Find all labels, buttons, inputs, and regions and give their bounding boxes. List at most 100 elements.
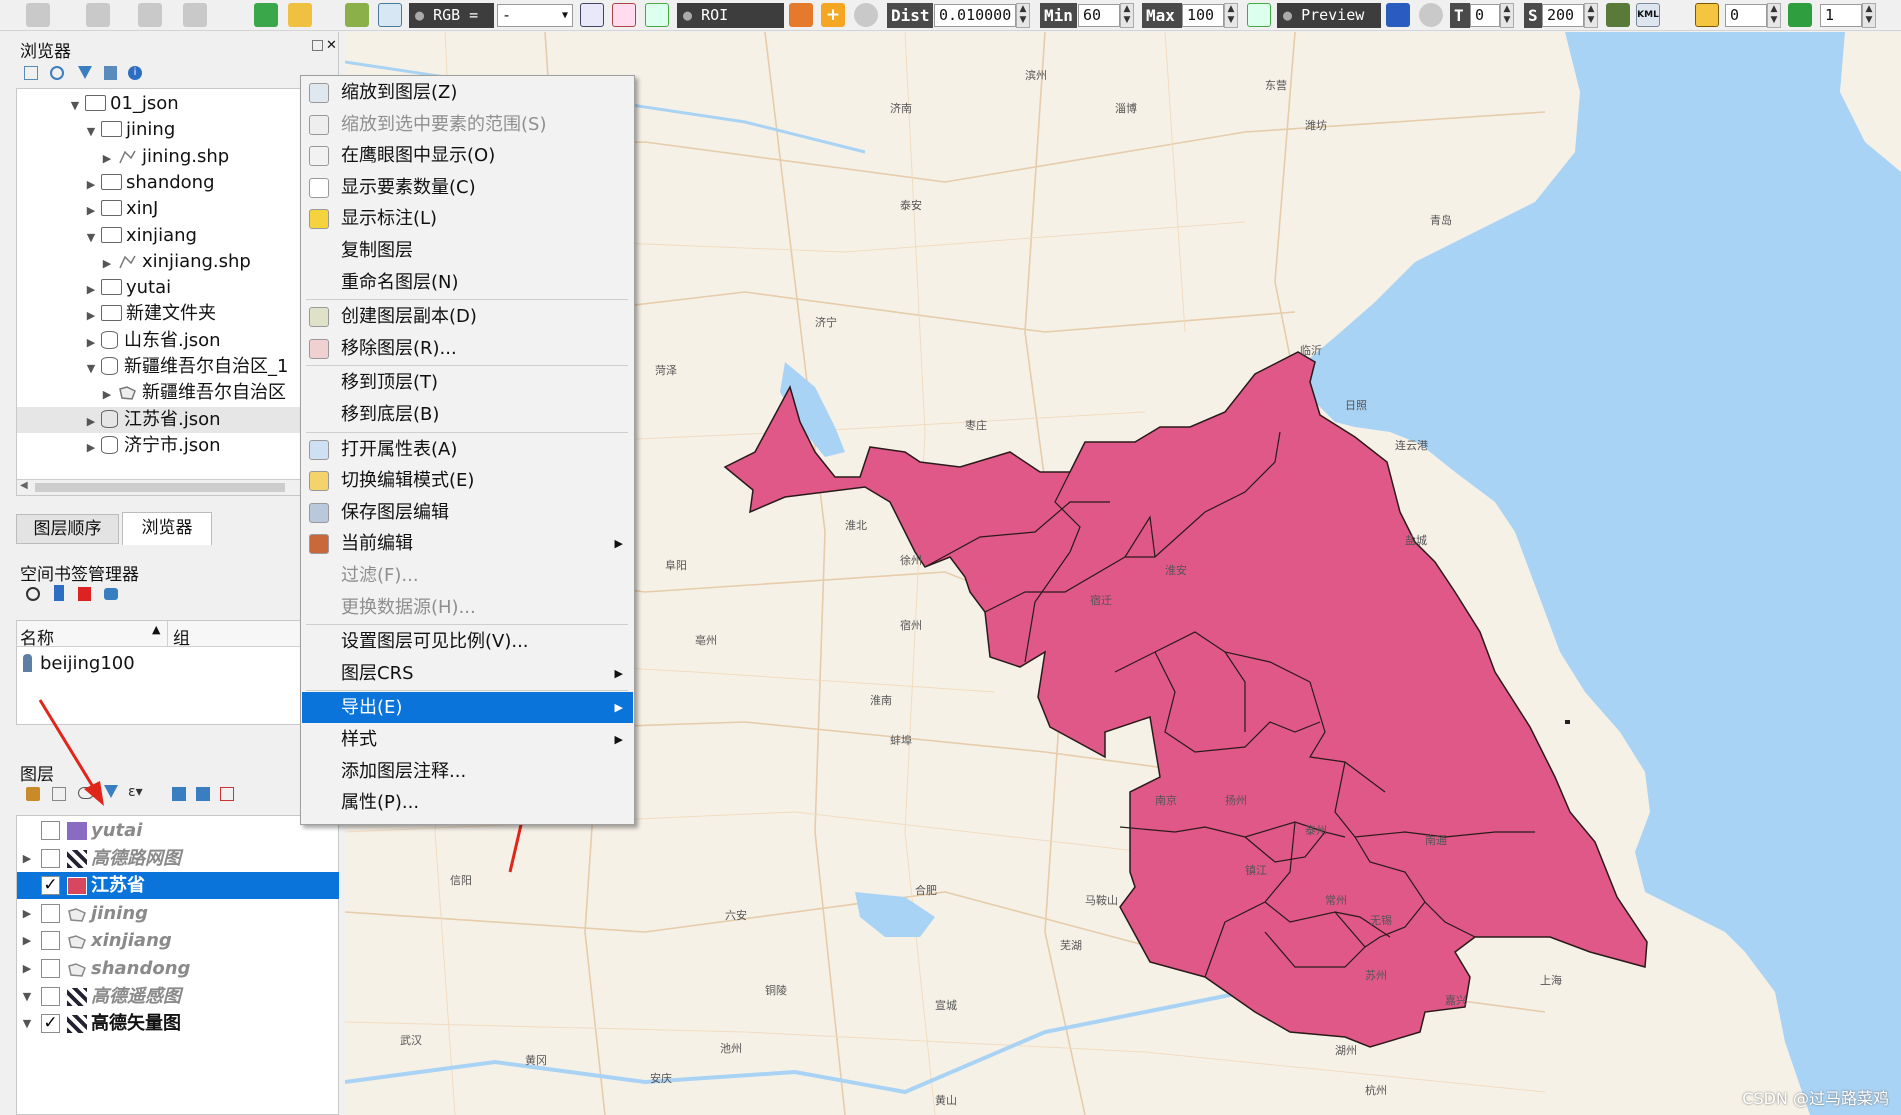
context-menu-item[interactable]: 属性(P)... — [302, 787, 633, 818]
play-icon[interactable] — [1788, 3, 1812, 27]
rgb-select[interactable]: - ▼ — [497, 4, 573, 27]
layer-row[interactable]: yutai — [17, 817, 339, 844]
collapse-arrow-icon[interactable]: ▶ — [21, 927, 33, 954]
dist-spinner[interactable]: ▲ ▼ — [1016, 3, 1030, 28]
layer-visibility-checkbox[interactable] — [41, 848, 60, 868]
filter-icon[interactable] — [78, 66, 92, 79]
add-roi-icon[interactable]: + — [821, 3, 845, 27]
context-menu-item[interactable]: 当前编辑 ▶ — [302, 528, 633, 559]
layer-row[interactable]: ▶ jining — [17, 900, 339, 927]
add-group-icon[interactable] — [52, 787, 66, 801]
dist-field[interactable]: 0.010000 — [934, 4, 1016, 27]
t-spinner[interactable]: ▲ ▼ — [1500, 3, 1514, 28]
zoom-pick-icon[interactable] — [378, 3, 402, 27]
collapse-arrow-icon[interactable]: ▶ — [21, 955, 33, 982]
context-menu-item[interactable]: 移除图层(R)... — [302, 333, 633, 364]
kml-icon[interactable]: KML — [1636, 3, 1660, 27]
browser-item[interactable]: ▶ 新建文件夹 — [85, 301, 216, 327]
refresh-roi-icon[interactable] — [854, 3, 878, 27]
layer-visibility-checkbox[interactable] — [41, 903, 60, 923]
layer-row[interactable]: ▼ ✓ 高德矢量图 — [17, 1010, 339, 1037]
collapse-arrow-icon[interactable]: ▶ — [85, 330, 97, 356]
add-layer-icon[interactable] — [138, 3, 162, 27]
layer-row[interactable]: ▶ xinjiang — [17, 927, 339, 954]
expand-arrow-icon[interactable]: ▼ — [85, 119, 97, 145]
add-bookmark-icon[interactable] — [54, 585, 64, 601]
layer-row[interactable]: ✓ 江苏省 — [17, 872, 339, 900]
add-selected-icon[interactable] — [24, 66, 38, 80]
max-spinner[interactable]: ▲ ▼ — [1224, 3, 1238, 28]
context-menu-item[interactable]: 重命名图层(N) — [302, 267, 633, 298]
context-menu-item[interactable]: 显示要素数量(C) — [302, 172, 633, 203]
right-field-1[interactable]: 0 — [1725, 4, 1767, 27]
min-spinner[interactable]: ▲ ▼ — [1120, 3, 1134, 28]
collapse-arrow-icon[interactable]: ▶ — [85, 198, 97, 224]
table-icon[interactable] — [1695, 3, 1719, 27]
profile-icon[interactable] — [580, 3, 604, 27]
search-plugin-icon[interactable] — [254, 3, 278, 27]
add-wms-icon[interactable] — [183, 3, 207, 27]
bookmark-row[interactable]: beijing100 — [23, 651, 135, 677]
context-menu-item[interactable]: 保存图层编辑 — [302, 497, 633, 528]
collapse-arrow-icon[interactable]: ▶ — [21, 900, 33, 927]
layer-visibility-checkbox[interactable] — [41, 931, 60, 951]
browser-item[interactable]: ▶ 济宁市.json — [85, 433, 221, 459]
zoom-full-icon[interactable] — [1247, 3, 1271, 27]
layer-visibility-checkbox[interactable]: ✓ — [41, 1014, 60, 1034]
browser-item[interactable]: ▶ jining.shp — [101, 144, 229, 170]
zoom-in-icon[interactable] — [645, 3, 669, 27]
float-panel-icon[interactable] — [312, 40, 323, 51]
collapse-arrow-icon[interactable]: ▶ — [85, 409, 97, 435]
browser-item[interactable]: ▶ 新疆维吾尔自治区 — [101, 380, 286, 406]
delete-bookmark-icon[interactable] — [78, 587, 91, 601]
collapse-arrow-icon[interactable]: ▶ — [85, 435, 97, 461]
expression-filter-icon[interactable]: ε▾ — [128, 784, 143, 800]
t-field[interactable]: 0 — [1470, 4, 1500, 27]
expand-arrow-icon[interactable]: ▼ — [21, 1010, 33, 1037]
visibility-eye-icon[interactable] — [78, 787, 94, 799]
layer-row[interactable]: ▼ 高德遥感图 — [17, 983, 339, 1010]
browser-item[interactable]: ▶ xinJ — [85, 196, 159, 224]
collapse-arrow-icon[interactable]: ▶ — [85, 303, 97, 329]
remove-layer-tool-icon[interactable] — [220, 787, 234, 801]
browser-item[interactable]: ▶ xinjiang.shp — [101, 249, 251, 275]
collapse-arrow-icon[interactable]: ▶ — [85, 277, 97, 303]
context-menu-item[interactable]: 创建图层副本(D) — [302, 301, 633, 332]
edit-tool-icon[interactable] — [288, 3, 312, 27]
expand-arrow-icon[interactable]: ▼ — [85, 356, 97, 382]
min-field[interactable]: 60 — [1078, 4, 1120, 27]
right-spinner-2[interactable]: ▲ ▼ — [1862, 3, 1876, 28]
context-menu-item[interactable]: 复制图层 — [302, 235, 633, 266]
tab-browser[interactable]: 浏览器 — [122, 512, 212, 545]
right-field-2[interactable]: 1 — [1820, 4, 1862, 27]
browser-item[interactable]: ▶ 山东省.json — [85, 328, 221, 354]
expand-all-icon[interactable] — [172, 787, 186, 801]
context-menu-item[interactable]: 移到底层(B) — [302, 399, 633, 430]
context-menu-item[interactable]: 图层CRS ▶ — [302, 658, 633, 689]
layer-visibility-checkbox[interactable] — [41, 959, 60, 978]
collapse-arrow-icon[interactable]: ▶ — [101, 251, 113, 277]
raster-calc-icon[interactable] — [345, 3, 369, 27]
s-spinner[interactable]: ▲ ▼ — [1584, 3, 1598, 28]
context-menu-item[interactable]: 添加图层注释... — [302, 756, 633, 787]
expand-arrow-icon[interactable]: ▼ — [85, 225, 97, 251]
context-menu-item[interactable]: 设置图层可见比例(V)... — [302, 626, 633, 657]
context-menu-item[interactable]: 在鹰眼图中显示(O) — [302, 140, 633, 171]
browser-item[interactable]: ▼ xinjiang — [85, 223, 197, 249]
share-bookmark-icon[interactable] — [104, 588, 118, 600]
reset-icon[interactable] — [1419, 3, 1443, 27]
browser-item[interactable]: ▶ 江苏省.json — [17, 406, 301, 435]
tab-layer-order[interactable]: 图层顺序 — [16, 514, 119, 544]
collapse-arrow-icon[interactable]: ▶ — [101, 146, 113, 172]
layer-row[interactable]: ▶ 高德路网图 — [17, 845, 339, 872]
s-field[interactable]: 200 — [1542, 4, 1584, 27]
collapse-arrow-icon[interactable]: ▶ — [85, 172, 97, 198]
color-picker-icon[interactable] — [1386, 3, 1410, 27]
collapse-all-icon[interactable] — [104, 66, 117, 80]
add-vector-icon[interactable] — [26, 3, 50, 27]
database-icon[interactable] — [1606, 3, 1630, 27]
refresh-icon[interactable] — [50, 66, 64, 80]
context-menu-item[interactable]: 样式 ▶ — [302, 724, 633, 755]
browser-item[interactable]: ▼ 01_json — [69, 91, 179, 117]
browser-item[interactable]: ▼ jining — [85, 117, 175, 143]
